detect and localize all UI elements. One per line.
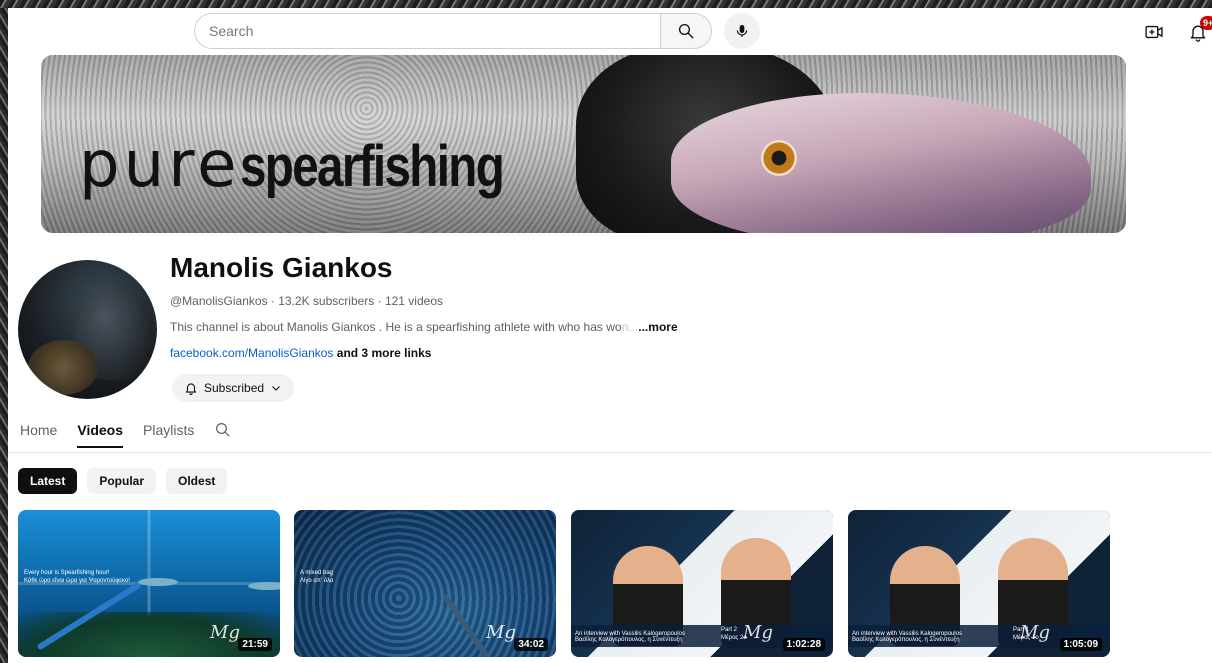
strip-line: Βασίλης Καλογερόπουλος, η Συνέντευξη <box>852 637 960 643</box>
caption-line: Λίγο απ' όλα <box>300 577 334 584</box>
banner-logo-text: pure spearfishing <box>79 133 561 197</box>
chip-oldest[interactable]: Oldest <box>166 468 228 494</box>
caption-line: Κάθε ώρα είναι ώρα για Ψαροντούφεκο! <box>24 577 130 584</box>
tab-videos[interactable]: Videos <box>77 422 123 448</box>
description-faded-text: n... <box>621 320 639 334</box>
search-icon <box>678 23 694 39</box>
notifications-button[interactable]: 9+ <box>1184 16 1212 46</box>
video-duration: 1:02:28 <box>782 638 825 651</box>
youtube-channel-page: 9+ pure spearfishing Manolis Giankos @Ma… <box>8 8 1212 663</box>
channel-meta: @ManolisGiankos · 13.2K subscribers · 12… <box>170 294 443 308</box>
sort-chips: Latest Popular Oldest <box>18 468 228 494</box>
channel-description[interactable]: This channel is about Manolis Giankos . … <box>170 320 678 334</box>
subscriber-count: 13.2K subscribers <box>278 294 375 308</box>
facebook-link[interactable]: facebook.com/ManolisGiankos <box>170 346 333 360</box>
create-button[interactable] <box>1140 18 1168 46</box>
channel-banner: pure spearfishing <box>41 55 1126 233</box>
signature-watermark: Mg <box>210 622 240 643</box>
tab-playlists[interactable]: Playlists <box>143 422 194 448</box>
description-text: This channel is about Manolis Giankos . … <box>170 320 622 334</box>
thumbnail-caption: A mixed bag Λίγο απ' όλα <box>300 570 333 586</box>
tab-search-button[interactable] <box>214 421 232 449</box>
video-thumbnail[interactable]: A mixed bag Λίγο απ' όλα Mg 34:02 <box>294 510 556 657</box>
caption-line: A mixed bag <box>300 570 334 576</box>
avatar-turtle-image <box>28 340 98 395</box>
channel-avatar[interactable] <box>18 260 157 399</box>
banner-text-pure: pure <box>79 128 241 202</box>
thumbnail-fish <box>138 578 178 586</box>
bell-icon <box>185 383 197 395</box>
mic-icon <box>736 25 748 37</box>
more-link[interactable]: ...more <box>638 320 677 334</box>
channel-links: facebook.com/ManolisGiankos and 3 more l… <box>170 346 431 360</box>
voice-search-button[interactable] <box>724 13 760 49</box>
meta-separator: · <box>267 294 279 308</box>
video-thumbnail[interactable]: An interview with Vassilis Kalogeropoulo… <box>848 510 1110 657</box>
thumbnail-fish <box>248 582 280 590</box>
video-duration: 34:02 <box>514 638 548 651</box>
thumbnail-strip-text: An interview with Vassilis Kalogeropoulo… <box>575 631 685 643</box>
chip-popular[interactable]: Popular <box>87 468 157 494</box>
video-duration: 21:59 <box>238 638 272 651</box>
channel-handle: @ManolisGiankos <box>170 294 268 308</box>
notification-badge: 9+ <box>1200 16 1212 30</box>
channel-name: Manolis Giankos <box>170 252 393 283</box>
window-edge-top <box>0 0 1212 8</box>
window-edge-left <box>0 0 8 663</box>
chevron-down-icon <box>272 386 280 391</box>
tabs-divider <box>8 452 1212 453</box>
meta-separator: · <box>374 294 385 308</box>
signature-watermark: Mg <box>1020 622 1050 643</box>
subscribed-button[interactable]: Subscribed <box>172 374 295 402</box>
video-thumbnail[interactable]: An interview with Vassilis Kalogeropoulo… <box>571 510 833 657</box>
thumbnail-caption: Every hour is Spearfishing hour! Κάθε ώρ… <box>24 570 130 586</box>
create-video-icon <box>1145 25 1163 39</box>
video-count: 121 videos <box>384 294 443 308</box>
tab-home[interactable]: Home <box>20 422 57 448</box>
signature-watermark: Mg <box>486 622 516 643</box>
strip-line: Βασίλης Καλογερόπουλος, η Συνέντευξη <box>575 637 683 643</box>
search-icon <box>216 423 230 437</box>
channel-tabs: Home Videos Playlists <box>20 421 232 449</box>
thumbnail-strip-text: An interview with Vassilis Kalogeropoulo… <box>852 631 962 643</box>
signature-watermark: Mg <box>743 622 773 643</box>
banner-fish-eye <box>761 140 797 176</box>
more-links[interactable]: and 3 more links <box>337 346 432 360</box>
video-thumbnail[interactable]: Every hour is Spearfishing hour! Κάθε ώρ… <box>18 510 280 657</box>
subscribed-label: Subscribed <box>204 381 265 395</box>
search-input[interactable] <box>194 13 660 49</box>
caption-line: Every hour is Spearfishing hour! <box>24 570 110 576</box>
video-duration: 1:05:09 <box>1059 638 1102 651</box>
chip-latest[interactable]: Latest <box>18 468 78 494</box>
banner-text-spearfishing: spearfishing <box>240 134 505 199</box>
search-button[interactable] <box>660 13 712 49</box>
search-bar <box>194 13 712 49</box>
